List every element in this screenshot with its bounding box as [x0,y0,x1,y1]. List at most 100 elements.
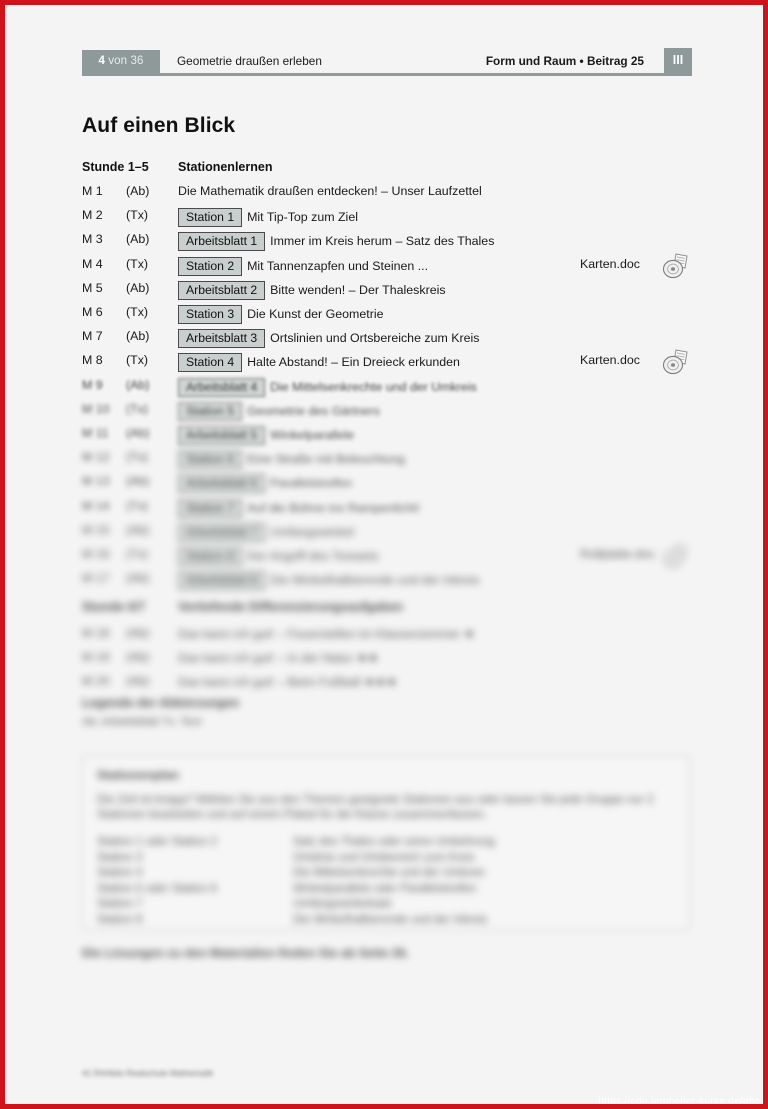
material-id: M 8 [82,353,103,368]
page-number-badge: 4 von 36 [82,50,160,73]
stationenplan-station: Station 7 [97,898,143,911]
material-row: M 19 (Ab) Das kann ich gut! – In der Natur… [82,650,702,672]
section-1-title: Stationenlernen [178,160,273,174]
material-description: Station 5 Geometrie des Gärtners [178,401,381,421]
material-text: Das kann ich gut! – Feuerstellen im Klas… [178,627,475,641]
material-row: M 9 (Ab) Arbeitsblatt 4 Die Mittelsenkrecht… [82,377,702,400]
material-text: Die Kunst der Geometrie [247,307,384,321]
material-tag: Station 5 [178,401,243,421]
page-number-suffix: von 36 [105,55,144,67]
material-row: M 8 (Tx) Station 4 Halte Abstand! – Ein Dre… [82,349,702,375]
material-description: Arbeitsblatt 2 Bitte wenden! – Der Thales… [178,280,446,300]
material-type: (Tx) [126,450,149,465]
section-2-label: Stunde 6/7 [82,600,146,614]
material-id: M 7 [82,329,103,344]
material-id: M 1 [82,184,103,198]
material-tag: Station 7 [178,498,243,518]
legend-line: Ab: Arbeitsblatt Tx: Text [82,716,202,728]
material-id: M 20 [82,674,110,689]
material-description: Das kann ich gut! – Beim Fußball ★★★ [178,674,397,689]
material-tag: Station 1 [178,208,243,228]
material-description: Das kann ich gut! – Feuerstellen im Klas… [178,626,475,641]
material-tag: Arbeitsblatt 2 [178,280,266,300]
material-description: Die Mathematik draußen entdecken! – Unse… [178,184,482,198]
material-row: M 3 (Ab) Arbeitsblatt 1 Immer im Kreis heru… [82,232,702,254]
material-text: Ortslinien und Ortsbereiche zum Kreis [270,331,480,346]
material-text: Die Mathematik draußen entdecken! – Unse… [178,184,482,198]
material-type: (Ab) [126,674,150,689]
header-subject-label: Form und Raum • Beitrag 25 [485,54,644,68]
stationenplan-topic: Ortslinie und Ortsbereich zum Kreis [293,851,475,864]
material-tag: Station 2 [178,256,243,276]
material-row: M 7 (Ab) Arbeitsblatt 3 Ortslinien und Orts… [82,329,702,351]
material-row: M 6 (Tx) Station 3 Die Kunst der Geometrie [82,305,702,327]
material-text: Umfangswinkel [270,524,355,539]
material-text: Die Winkelhalbierende und der Inkreis [270,573,480,588]
material-id: M 11 [82,426,109,440]
material-row: M 18 (Ab) Das kann ich gut! – Feuerstellen… [82,626,702,648]
material-text: Bitte wenden! – Der Thaleskreis [270,282,446,297]
material-description: Arbeitsblatt 8 Die Winkelhalbierende und … [178,571,480,591]
material-description: Station 3 Die Kunst der Geometrie [178,305,383,324]
material-description: Station 7 Auf die Bühne ins Rampenlicht! [178,498,420,518]
stationenplan-station: Station 8 [97,913,143,926]
material-row: M 17 (Ab) Arbeitsblatt 8 Die Winkelhalbiere… [82,571,702,593]
material-description: Arbeitsblatt 1 Immer im Kreis herum – Sat… [178,232,494,252]
material-text: Mit Tannenzapfen und Steinen ... [247,258,429,273]
material-row: M 11 (Ab) Arbeitsblatt 5 Winkelparallele [82,426,702,448]
material-description: Station 6 Eine Straße mit Beleuchtung [178,450,405,470]
material-description: Station 2 Mit Tannenzapfen und Steinen ..… [178,256,429,276]
paper-sheet: 4 von 36 Geometrie draußen erleben Form … [10,10,763,1104]
document-page: 4 von 36 Geometrie draußen erleben Form … [0,0,768,1109]
material-id: M 12 [82,450,110,465]
material-id: M 15 [82,522,110,537]
material-tag: Arbeitsblatt 7 [178,522,266,542]
material-tag: Arbeitsblatt 1 [178,232,266,252]
material-id: M 18 [82,626,110,640]
material-text: Mit Tip-Top zum Ziel [247,210,358,225]
material-type: (Ab) [126,650,150,665]
material-description: Das kann ich gut! – In der Natur ★★ [178,650,379,665]
cd-disc-icon [660,542,690,570]
material-description: Station 1 Mit Tip-Top zum Ziel [178,208,358,228]
material-text: Das kann ich gut! – In der Natur ★★ [178,651,379,666]
material-type: (Ab) [126,626,150,640]
material-tag: Arbeitsblatt 5 [178,426,266,445]
material-type: (Tx) [126,305,149,319]
stationenplan-title: Stationenplan [97,768,179,782]
material-row: M 15 (Ab) Arbeitsblatt 7 Umfangswinkel [82,522,702,545]
material-text: Geometrie des Gärtners [247,403,381,418]
stationenplan-row: Station 8 Die Winkelhalbierende und der I… [97,914,677,930]
material-file-label[interactable]: Karten.doc [580,353,640,367]
material-description: Arbeitsblatt 4 Die Mittelsenkrechte und d… [178,377,477,397]
stationenplan-row: Station 4 Die Mittelsenkrechte und der Um… [97,867,677,883]
material-id: M 5 [82,280,103,295]
material-row: M 12 (Tx) Station 6 Eine Straße mit Beleuch… [82,450,702,472]
cd-disc-icon [660,348,690,376]
material-row: M 14 (Tx) Station 7 Auf die Bühne ins Rampe… [82,498,702,521]
footer-imprint: 41 RAAbits Realschule Mathematik [82,1068,214,1078]
stationenplan-box: Stationenplan Die Zeit ist knapp? Wählen… [82,755,690,930]
material-tag: Arbeitsblatt 4 [178,377,266,397]
stationenplan-row: Station 3 Ortslinie und Ortsbereich zum K… [97,852,677,868]
material-type: (Ab) [126,522,150,537]
stationenplan-row: Station 7 Umfangswinkelsatz [97,898,677,914]
material-description: Arbeitsblatt 5 Winkelparallele [178,426,354,445]
material-type: (Tx) [126,498,149,513]
stationenplan-row: Station 5 oder Station 6 Winkelparallele … [97,883,677,899]
section-heading-stationenlernen: Stunde 1–5 Stationenlernen [82,160,272,174]
material-file-label[interactable]: Rollplatte.doc [580,547,655,561]
volume-roman-badge: III [664,48,692,73]
material-row: M 13 (Ab) Arbeitsblatt 6 Parallelstreifen [82,474,702,496]
material-text: Die Mittelsenkrechte und der Umkreis [270,379,477,394]
material-type: (Ab) [126,571,150,586]
legend-title: Legende der Abkürzungen [82,696,240,710]
material-row: M 2 (Tx) Station 1 Mit Tip-Top zum Ziel [82,208,702,230]
header-title: Geometrie draußen erleben [177,54,322,68]
material-file-label[interactable]: Karten.doc [580,257,640,271]
stationenplan-topic: Die Mittelsenkrechte und der Umkreis [293,867,485,880]
material-description: Arbeitsblatt 3 Ortslinien und Ortsbereich… [178,329,480,349]
material-id: M 17 [82,571,110,586]
section-1-label: Stunde 1–5 [82,160,149,174]
material-id: M 16 [82,547,110,561]
